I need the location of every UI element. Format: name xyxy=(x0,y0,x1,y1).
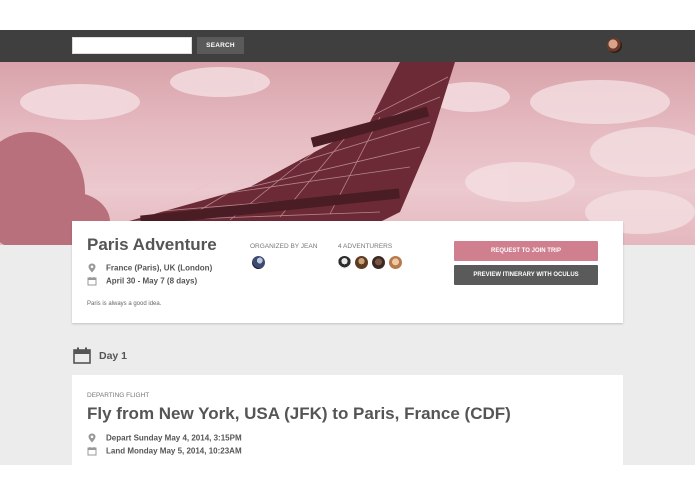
calendar-icon xyxy=(87,277,97,286)
adventurers-avatars xyxy=(338,256,406,270)
adventurer-avatar[interactable] xyxy=(372,256,385,269)
user-avatar-icon[interactable] xyxy=(607,38,622,53)
flight-land-text: Land Monday May 5, 2014, 10:23AM xyxy=(106,446,242,456)
location-pin-icon xyxy=(88,263,96,273)
calendar-icon xyxy=(87,447,97,456)
search-input[interactable] xyxy=(72,37,192,54)
trip-location: France (Paris), UK (London) xyxy=(87,263,212,273)
preview-itinerary-button[interactable]: PREVIEW ITINERARY WITH OCULUS xyxy=(454,265,598,285)
trip-dates-text: April 30 - May 7 (8 days) xyxy=(106,276,198,286)
hero-image-eiffel-tower xyxy=(0,62,695,245)
search-button[interactable]: SEARCH xyxy=(197,37,244,54)
adventurers-label: 4 ADVENTURERS xyxy=(338,243,393,250)
flight-depart-text: Depart Sunday May 4, 2014, 3:15PM xyxy=(106,433,242,443)
adventurer-avatar[interactable] xyxy=(355,256,368,269)
flight-title: Fly from New York, USA (JFK) to Paris, F… xyxy=(87,404,511,423)
trip-dates: April 30 - May 7 (8 days) xyxy=(87,276,197,286)
flight-land: Land Monday May 5, 2014, 10:23AM xyxy=(87,446,242,456)
top-margin xyxy=(0,0,695,30)
location-pin-icon xyxy=(88,433,96,443)
trip-title: Paris Adventure xyxy=(87,235,217,254)
calendar-day-icon xyxy=(73,347,91,364)
navbar: SEARCH xyxy=(0,30,695,62)
organizer-label: ORGANIZED BY JEAN xyxy=(250,243,318,250)
adventurer-avatar[interactable] xyxy=(389,256,402,269)
adventurer-avatar[interactable] xyxy=(338,256,351,269)
trip-tagline: Paris is always a good idea. xyxy=(87,301,162,307)
trip-location-text: France (Paris), UK (London) xyxy=(106,263,213,273)
day-label: Day 1 xyxy=(99,350,128,362)
trip-summary-card: Paris Adventure France (Paris), UK (Lond… xyxy=(72,221,623,323)
flight-card: DEPARTING FLIGHT Fly from New York, USA … xyxy=(72,375,623,465)
request-to-join-button[interactable]: REQUEST TO JOIN TRIP xyxy=(454,241,598,261)
bottom-margin xyxy=(0,465,695,494)
flight-depart: Depart Sunday May 4, 2014, 3:15PM xyxy=(87,433,242,443)
organizer-avatar[interactable] xyxy=(252,256,265,269)
flight-type-label: DEPARTING FLIGHT xyxy=(87,392,150,399)
